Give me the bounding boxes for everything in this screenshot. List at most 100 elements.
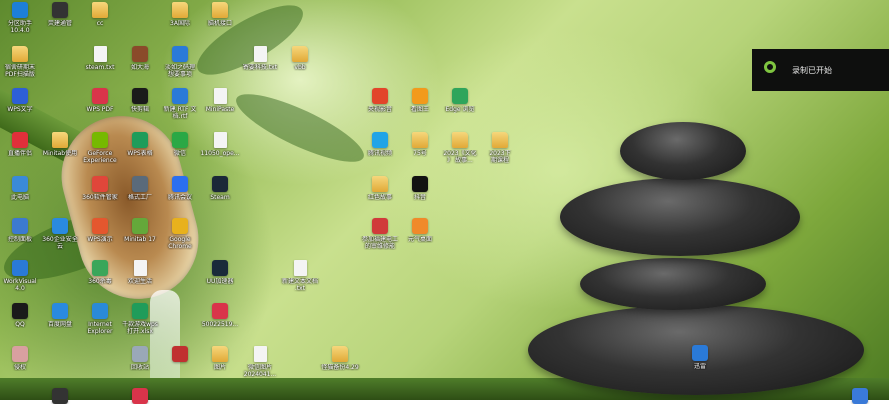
app-icon (692, 345, 708, 361)
file-icon (133, 260, 147, 276)
wallpaper-stone (580, 258, 766, 310)
desktop-icon-label: 新建文本文档 .txt (281, 278, 318, 292)
folder-icon (292, 46, 308, 62)
desktop-icon-label: Google Chrome (168, 236, 192, 250)
file-icon (253, 346, 267, 362)
app-icon (12, 176, 28, 192)
toast-message: 录制已开始 (792, 66, 832, 75)
app-icon (452, 88, 468, 104)
desktop-icon[interactable]: 迅雷 (667, 345, 733, 370)
app-icon (12, 346, 28, 362)
desktop-icon[interactable]: vbb (267, 46, 333, 71)
desktop-icon-label: 2023下 期课程 (489, 150, 511, 164)
app-icon (132, 346, 148, 362)
desktop-icon[interactable]: 11050_ope... (187, 132, 253, 157)
app-icon (212, 176, 228, 192)
desktop-icon[interactable] (827, 388, 889, 404)
desktop-icon[interactable]: 抖音 (387, 176, 453, 201)
app-icon (132, 132, 148, 148)
desktop-icon-label: MiniPaste (205, 106, 235, 113)
desktop-icon-label: WPS文字 (7, 106, 33, 113)
app-icon (132, 88, 148, 104)
app-icon (172, 88, 188, 104)
app-icon (412, 218, 428, 234)
desktop-icon-label: Steam (210, 194, 230, 201)
desktop-icon[interactable]: 新建文本文档 .txt (267, 260, 333, 292)
desktop-icon[interactable]: 微信图片 2024041... (227, 346, 293, 378)
app-icon (92, 260, 108, 276)
desktop-icon-label: vbb (294, 64, 306, 71)
desktop-icon[interactable]: Steam (187, 176, 253, 201)
app-icon (92, 132, 108, 148)
desktop-icon-label: 回收站 (130, 364, 149, 371)
desktop-icon-label: 宿舍研期末 PDF扫描版 (4, 64, 35, 78)
desktop-icon[interactable]: MiniPaste (187, 88, 253, 113)
file-icon (213, 132, 227, 148)
desktop-icon[interactable]: 此电脑 (0, 176, 53, 201)
file-icon (93, 46, 107, 62)
desktop-icon[interactable]: WPS文字 (0, 88, 53, 113)
app-icon (92, 176, 108, 192)
desktop-icon[interactable] (27, 388, 93, 404)
desktop-icon[interactable]: cc (67, 2, 133, 27)
app-icon (172, 132, 188, 148)
desktop-icon-label: Edge 浏览 (445, 106, 475, 113)
desktop-icon-label: 微信图片 2024041... (243, 364, 277, 378)
app-icon (92, 303, 108, 319)
app-icon (852, 388, 868, 404)
desktop-icon[interactable]: 淡如之码理 想要事项 (147, 46, 213, 78)
folder-icon (332, 346, 348, 362)
folder-icon (212, 346, 228, 362)
desktop-icon[interactable]: 脑机接口 (187, 2, 253, 27)
app-icon (172, 218, 188, 234)
desktop-icon[interactable] (107, 388, 173, 404)
file-icon (293, 260, 307, 276)
desktop-icon-label: UU加速器 (206, 278, 234, 285)
app-icon (372, 218, 388, 234)
desktop-icon-label: 侵权 (13, 364, 26, 371)
desktop-icon-label: 脑机接口 (207, 20, 232, 27)
recording-toast[interactable]: 录制已开始 (752, 49, 889, 91)
desktop-icon-label: 抖音 (413, 194, 426, 201)
desktop-icon-label: 此电脑 (10, 194, 29, 201)
folder-icon (172, 2, 188, 18)
app-icon (172, 46, 188, 62)
app-icon (52, 218, 68, 234)
desktop-icon-label: 11050_ope... (200, 150, 240, 157)
desktop-icon[interactable]: UU加速器 (187, 260, 253, 285)
folder-icon (12, 46, 28, 62)
app-icon (212, 260, 228, 276)
desktop-icon-label: 千款游戏wps 打开.xlsx (122, 321, 158, 335)
desktop-icon[interactable]: 50022519... (187, 303, 253, 328)
file-icon (253, 46, 267, 62)
folder-icon (452, 132, 468, 148)
app-icon (172, 346, 188, 362)
desktop-icon-label: 怪猫备份4.29 (321, 364, 359, 371)
app-icon (12, 260, 28, 276)
desktop-icon[interactable]: Edge 浏览 (427, 88, 493, 113)
app-icon (52, 388, 68, 404)
app-icon (132, 303, 148, 319)
desktop-icon[interactable]: 侵权 (0, 346, 53, 371)
desktop-icon[interactable]: Google Chrome (147, 218, 213, 250)
wallpaper-stone (560, 178, 800, 256)
desktop-icon[interactable]: 宿舍研期末 PDF扫描版 (0, 46, 53, 78)
desktop-icon[interactable]: 欢迎生活 (107, 260, 173, 285)
app-icon (12, 88, 28, 104)
app-icon (52, 2, 68, 18)
app-icon (172, 176, 188, 192)
desktop-icon[interactable]: 2023下 期课程 (467, 132, 533, 164)
desktop-icon-label: 迅雷 (693, 363, 706, 370)
desktop-icon[interactable]: WorkVisual 4.0 (0, 260, 53, 292)
app-icon (12, 132, 28, 148)
app-icon (12, 218, 28, 234)
app-icon (92, 218, 108, 234)
app-icon (212, 303, 228, 319)
folder-icon (492, 132, 508, 148)
app-icon (132, 176, 148, 192)
desktop-icon[interactable]: 怪猫备份4.29 (307, 346, 373, 371)
app-icon (132, 218, 148, 234)
desktop-icon[interactable]: 元气桌面 (387, 218, 453, 243)
desktop-icon[interactable]: 千款游戏wps 打开.xlsx (107, 303, 173, 335)
desktop-icon-label: WorkVisual 4.0 (3, 278, 37, 292)
